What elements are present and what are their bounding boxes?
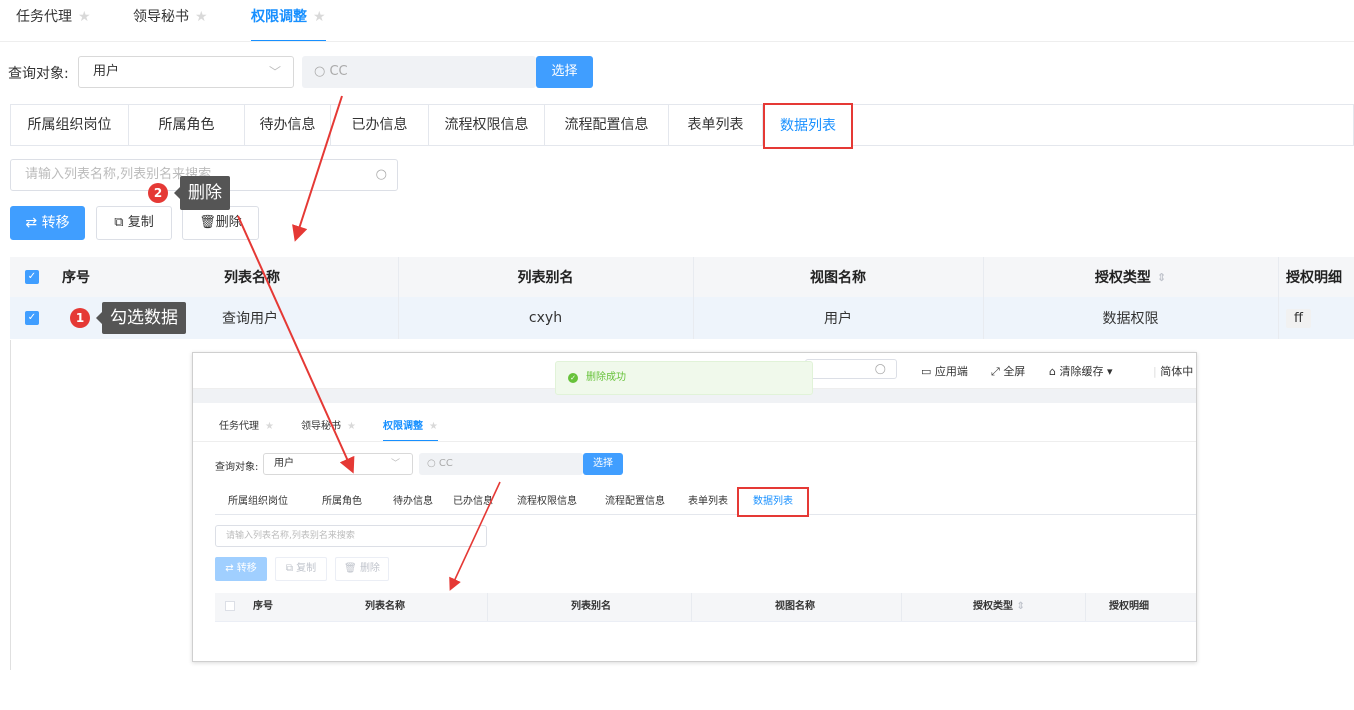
- arrow-to-subtab: [292, 95, 343, 242]
- arrow-to-toast: [237, 215, 355, 474]
- annotation-arrows: [237, 95, 501, 591]
- arrow-to-empty-table: [449, 481, 501, 591]
